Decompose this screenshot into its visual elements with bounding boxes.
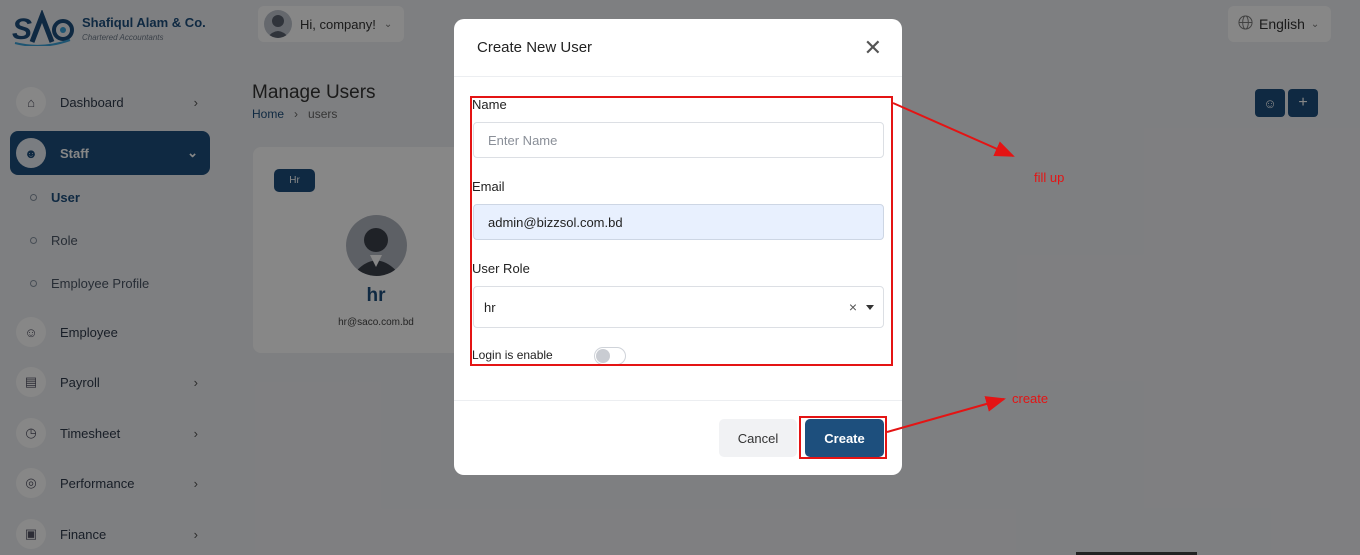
- annotation-arrow-fill: [892, 102, 1015, 157]
- annotation-create: create: [1012, 391, 1049, 406]
- annotation-fill-up: fill up: [1034, 170, 1065, 185]
- annotation-arrows: [886, 102, 1015, 433]
- annotation-arrow-create: [886, 396, 1006, 433]
